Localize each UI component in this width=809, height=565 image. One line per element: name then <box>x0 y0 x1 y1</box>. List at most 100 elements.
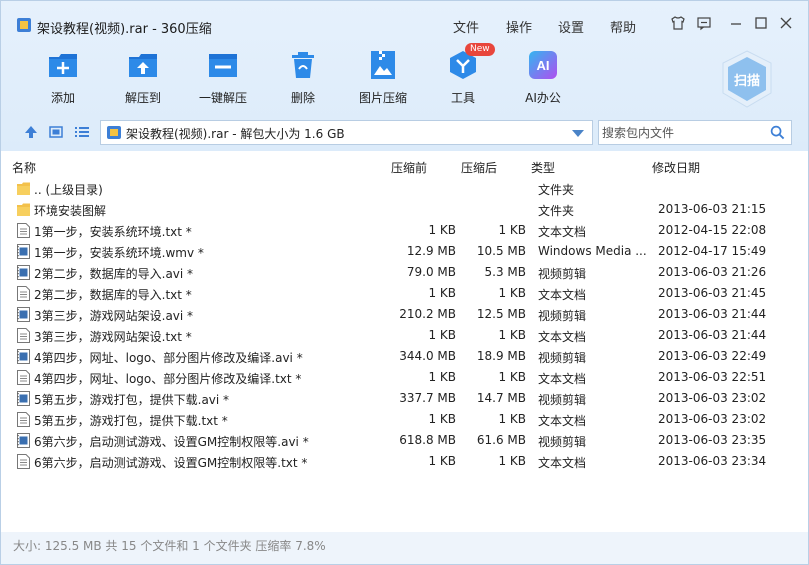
folder-icon <box>17 181 30 196</box>
image-compress-button[interactable]: 图片压缩 <box>351 49 415 109</box>
video-file-icon <box>17 244 30 259</box>
tools-button[interactable]: 工具 <box>431 49 495 109</box>
file-row[interactable]: 6第六步，启动测试游戏、设置GM控制权限等.avi * 618.8 MB 61.6 … <box>11 430 798 451</box>
list-view-icon[interactable] <box>73 123 91 141</box>
search-input[interactable] <box>599 121 764 144</box>
file-type: 文本文档 <box>538 372 587 386</box>
modified-date: 2012-04-17 15:49 <box>658 244 767 258</box>
menu-operate[interactable]: 操作 <box>506 17 532 36</box>
file-row[interactable]: 5第五步，游戏打包，提供下载.avi * 337.7 MB 14.7 MB 视频剪辑 2… <box>11 388 798 409</box>
text-file-icon <box>17 328 30 343</box>
file-type: Windows Media ... <box>538 244 647 258</box>
column-header-name[interactable]: 名称 <box>12 159 36 176</box>
add-button[interactable]: 添加 <box>31 49 95 109</box>
image-compress-label: 图片压缩 <box>358 91 407 105</box>
trash-icon <box>292 52 314 78</box>
skin-shirt-icon[interactable] <box>669 15 687 33</box>
video-file-icon <box>17 307 30 322</box>
modified-date: 2013-06-03 23:35 <box>658 433 767 447</box>
feedback-icon[interactable] <box>695 15 713 33</box>
extract-folder-icon <box>129 54 157 77</box>
video-file-icon <box>17 349 30 364</box>
video-file-icon <box>17 433 30 448</box>
file-name: 1第一步，安装系统环境.txt * <box>34 225 192 239</box>
file-type: 文本文档 <box>538 225 587 239</box>
file-type: 视频剪辑 <box>538 435 587 449</box>
ai-office-label: AI办公 <box>525 91 561 105</box>
tools-label: 工具 <box>450 91 475 105</box>
file-row[interactable]: 环境安装图解 文件夹 2013-06-03 21:15 <box>11 199 798 220</box>
address-bar[interactable]: 架设教程(视频).rar - 解包大小为 1.6 GB <box>100 120 593 145</box>
column-header-modified-date[interactable]: 修改日期 <box>652 159 700 176</box>
scan-button[interactable]: 扫描 <box>719 49 775 109</box>
file-name: 环境安装图解 <box>34 204 107 218</box>
new-badge: New <box>465 43 495 56</box>
maximize-icon[interactable] <box>752 15 770 33</box>
file-row[interactable]: 1第一步，安装系统环境.wmv * 12.9 MB 10.5 MB Windows M… <box>11 241 798 262</box>
file-type: 文件夹 <box>538 183 575 197</box>
thumbnail-view-icon[interactable] <box>47 123 65 141</box>
file-row[interactable]: 3第三步，游戏网站架设.txt * 1 KB 1 KB 文本文档 2013-06-03 … <box>11 325 798 346</box>
search-icon[interactable] <box>770 125 785 140</box>
scan-label: 扫描 <box>733 74 760 89</box>
text-file-icon <box>17 412 30 427</box>
status-bar: 大小: 125.5 MB 共 15 个文件和 1 个文件夹 压缩率 7.8% <box>1 532 808 564</box>
file-row[interactable]: 1第一步，安装系统环境.txt * 1 KB 1 KB 文本文档 2012-04-15 … <box>11 220 798 241</box>
up-level-icon[interactable] <box>22 123 40 141</box>
title-bar: 架设教程(视频).rar - 360压缩 文件 操作 设置 帮助 <box>1 1 808 37</box>
image-compress-icon <box>371 51 395 79</box>
file-row[interactable]: 5第五步，游戏打包，提供下载.txt * 1 KB 1 KB 文本文档 2013-06-… <box>11 409 798 430</box>
file-row[interactable]: 3第三步，游戏网站架设.avi * 210.2 MB 12.5 MB 视频剪辑 2013… <box>11 304 798 325</box>
column-header-size-after[interactable]: 压缩后 <box>461 159 497 176</box>
minimize-icon[interactable] <box>727 15 745 33</box>
size-after: 1 KB <box>498 286 526 300</box>
video-file-icon <box>17 265 30 280</box>
file-name: 5第五步，游戏打包，提供下载.avi * <box>34 393 230 407</box>
file-row[interactable]: 4第四步，网址、logo、部分图片修改及编译.avi * 344.0 MB 18.9… <box>11 346 798 367</box>
file-row[interactable]: 6第六步，启动测试游戏、设置GM控制权限等.txt * 1 KB 1 KB 文本文档 2… <box>11 451 798 472</box>
text-file-icon <box>17 286 30 301</box>
close-icon[interactable] <box>777 15 795 33</box>
modified-date: 2013-06-03 21:26 <box>658 265 767 279</box>
folder-icon <box>17 202 30 217</box>
file-name: 4第四步，网址、logo、部分图片修改及编译.avi * <box>34 351 303 365</box>
size-after: 1 KB <box>498 412 526 426</box>
size-after: 1 KB <box>498 223 526 237</box>
modified-date: 2013-06-03 21:15 <box>658 202 767 216</box>
file-row[interactable]: 2第二步，数据库的导入.avi * 79.0 MB 5.3 MB 视频剪辑 2013-0… <box>11 262 798 283</box>
file-row[interactable]: 4第四步，网址、logo、部分图片修改及编译.txt * 1 KB 1 KB 文本文档… <box>11 367 798 388</box>
add-label: 添加 <box>50 91 75 105</box>
chevron-down-icon[interactable] <box>572 130 584 137</box>
modified-date: 2013-06-03 23:34 <box>658 454 767 468</box>
file-name: 2第二步，数据库的导入.avi * <box>34 267 194 281</box>
column-header-type[interactable]: 类型 <box>531 159 555 176</box>
file-type: 文本文档 <box>538 456 587 470</box>
delete-button[interactable]: 删除 <box>271 49 335 109</box>
one-click-extract-button[interactable]: 一键解压 <box>191 49 255 109</box>
archive-icon <box>107 126 121 139</box>
ai-office-button[interactable]: AI AI办公 <box>511 49 575 109</box>
search-box <box>598 120 792 145</box>
file-type: 文件夹 <box>538 204 575 218</box>
text-file-icon <box>17 223 30 238</box>
file-row[interactable]: .. (上级目录) 文件夹 <box>11 178 798 199</box>
file-name: 5第五步，游戏打包，提供下载.txt * <box>34 414 228 428</box>
menu-settings[interactable]: 设置 <box>558 17 584 36</box>
file-list: 名称 压缩前 压缩后 类型 修改日期 .. (上级目录) 文件夹环境安装图解 文件夹… <box>11 153 798 531</box>
column-header-size-before[interactable]: 压缩前 <box>391 159 427 176</box>
ai-icon-text: AI <box>537 58 550 73</box>
file-row[interactable]: 2第二步，数据库的导入.txt * 1 KB 1 KB 文本文档 2013-06-03 … <box>11 283 798 304</box>
file-type: 视频剪辑 <box>538 351 587 365</box>
file-name: 6第六步，启动测试游戏、设置GM控制权限等.avi * <box>34 435 309 449</box>
file-type: 文本文档 <box>538 330 587 344</box>
text-file-icon <box>17 454 30 469</box>
menu-file[interactable]: 文件 <box>453 17 479 36</box>
modified-date: 2013-06-03 22:51 <box>658 370 767 384</box>
menu-help[interactable]: 帮助 <box>610 17 636 36</box>
file-type: 视频剪辑 <box>538 267 587 281</box>
file-type: 文本文档 <box>538 414 587 428</box>
file-name: 1第一步，安装系统环境.wmv * <box>34 246 204 260</box>
extract-to-button[interactable]: 解压到 <box>111 49 175 109</box>
add-folder-icon <box>49 54 77 77</box>
modified-date: 2013-06-03 22:49 <box>658 349 767 363</box>
